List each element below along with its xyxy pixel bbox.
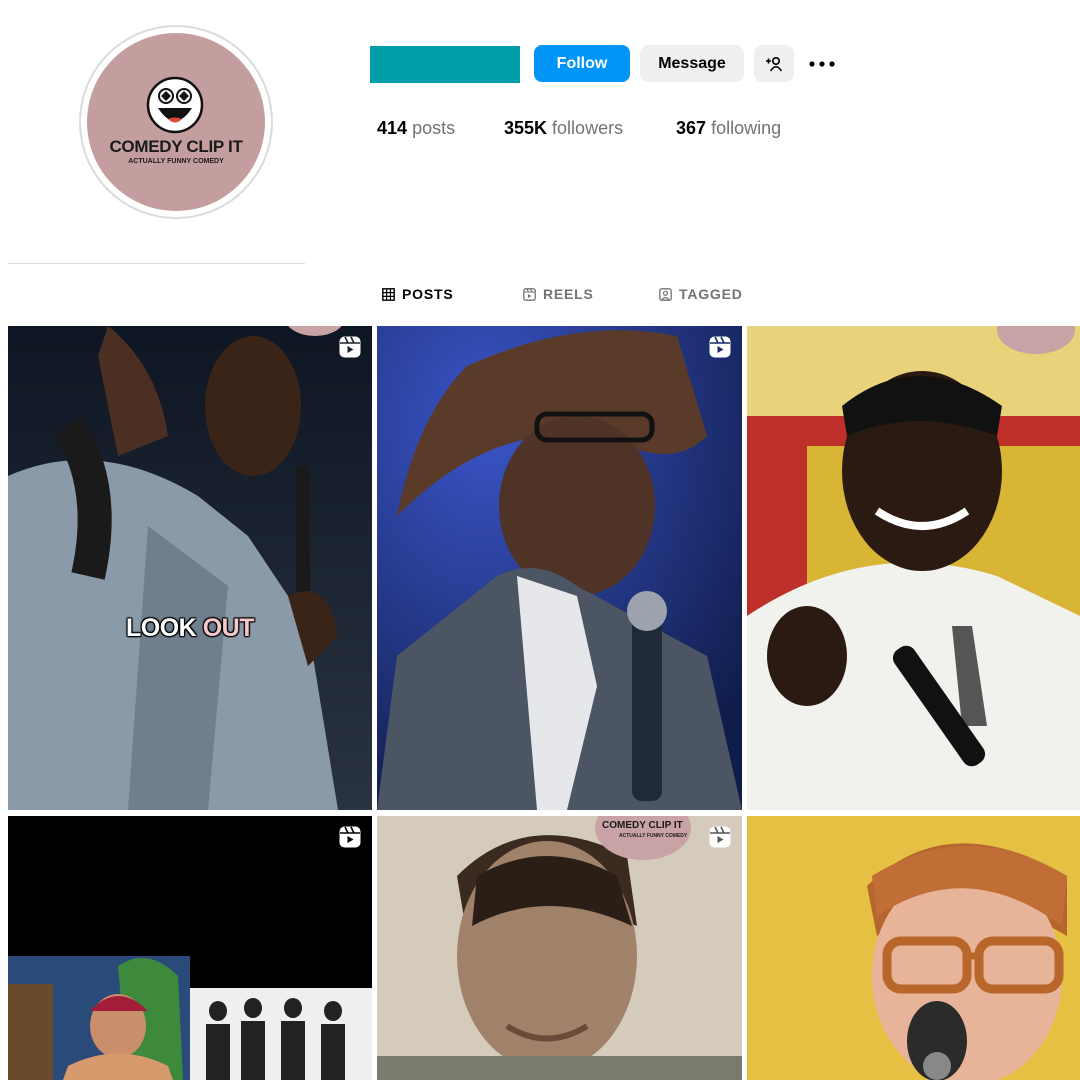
post-5-watermark-title: COMEDY CLIP IT bbox=[602, 820, 683, 831]
posts-label: posts bbox=[412, 118, 456, 138]
posts-stat: 414 posts bbox=[377, 118, 455, 139]
tagged-icon bbox=[659, 287, 672, 301]
username-redacted[interactable] bbox=[370, 46, 520, 83]
following-count: 367 bbox=[676, 118, 707, 138]
avatar-brand-title: COMEDY CLIP IT bbox=[109, 137, 243, 156]
grid-post-4[interactable] bbox=[8, 816, 372, 1080]
followers-stat[interactable]: 355K followers bbox=[504, 118, 623, 139]
posts-count: 414 bbox=[377, 118, 408, 138]
tab-reels-label: REELS bbox=[543, 286, 594, 302]
tab-tagged[interactable]: TAGGED bbox=[659, 286, 743, 302]
post-1-image bbox=[8, 326, 372, 810]
tab-posts-label: POSTS bbox=[402, 286, 454, 302]
add-user-icon bbox=[766, 56, 783, 71]
divider bbox=[8, 263, 305, 264]
following-label: following bbox=[711, 118, 782, 138]
tab-reels[interactable]: REELS bbox=[523, 286, 594, 302]
post-6-image bbox=[747, 816, 1080, 1080]
more-options-icon bbox=[809, 60, 835, 67]
grid-icon bbox=[382, 287, 395, 301]
avatar-brand-subtitle: ACTUALLY FUNNY COMEDY bbox=[128, 158, 224, 165]
post-3-image bbox=[747, 326, 1080, 810]
reel-icon bbox=[339, 826, 361, 848]
reel-icon bbox=[709, 336, 731, 358]
post-5-image bbox=[377, 816, 742, 1080]
avatar[interactable]: COMEDY CLIP IT ACTUALLY FUNNY COMEDY bbox=[87, 33, 265, 211]
follow-button[interactable]: Follow bbox=[534, 45, 630, 82]
grid-post-2[interactable] bbox=[377, 326, 742, 810]
grid-post-5[interactable]: COMEDY CLIP IT ACTUALLY FUNNY COMEDY bbox=[377, 816, 742, 1080]
message-button[interactable]: Message bbox=[640, 45, 744, 82]
following-stat[interactable]: 367 following bbox=[676, 118, 781, 139]
add-user-button[interactable] bbox=[754, 45, 794, 82]
followers-label: followers bbox=[552, 118, 624, 138]
comedy-face-logo-icon bbox=[146, 76, 204, 134]
post-5-watermark-subtitle: ACTUALLY FUNNY COMEDY bbox=[619, 833, 688, 839]
reel-icon bbox=[339, 336, 361, 358]
post-4-image bbox=[8, 816, 372, 1080]
grid-post-3[interactable] bbox=[747, 326, 1080, 810]
post-2-image bbox=[377, 326, 742, 810]
reels-icon bbox=[523, 287, 536, 301]
reel-icon bbox=[709, 826, 731, 848]
grid-post-1[interactable]: LOOK OUT bbox=[8, 326, 372, 810]
followers-count: 355K bbox=[504, 118, 548, 138]
post-1-caption: LOOK OUT bbox=[8, 614, 372, 643]
caption-word-1: LOOK bbox=[126, 614, 197, 642]
tab-posts[interactable]: POSTS bbox=[382, 286, 453, 302]
grid-post-6[interactable] bbox=[747, 816, 1080, 1080]
caption-word-2: OUT bbox=[202, 614, 255, 642]
more-options-button[interactable] bbox=[806, 45, 838, 82]
tab-tagged-label: TAGGED bbox=[679, 286, 743, 302]
